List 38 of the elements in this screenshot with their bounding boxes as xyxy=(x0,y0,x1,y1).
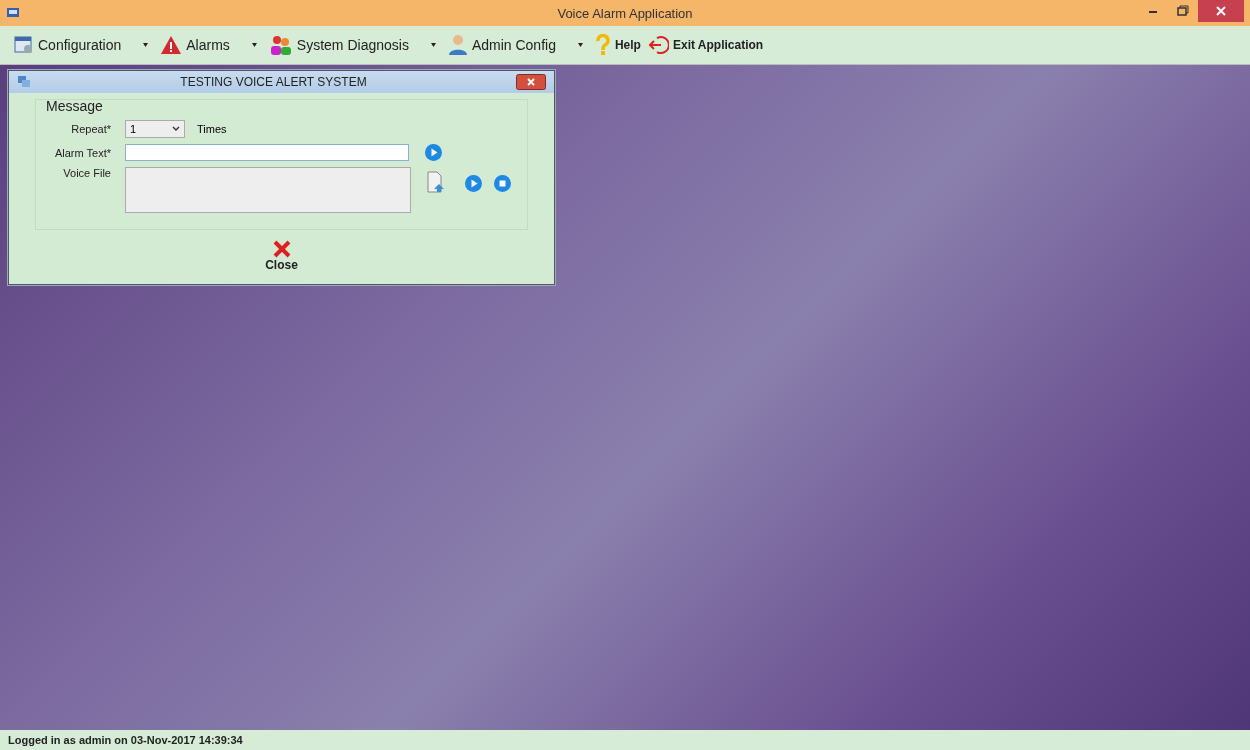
close-button[interactable]: Close xyxy=(263,238,300,274)
user-icon xyxy=(447,34,468,56)
app-icon xyxy=(6,6,20,20)
dropdown-arrow-icon xyxy=(430,43,436,47)
alarm-text-field[interactable] xyxy=(125,144,409,161)
status-text: Logged in as admin on 03-Nov-2017 14:39:34 xyxy=(8,734,243,746)
voice-file-field[interactable] xyxy=(125,167,411,213)
menu-item[interactable]: Admin Config xyxy=(447,34,587,56)
play-button[interactable] xyxy=(465,175,482,192)
dropdown-arrow-icon xyxy=(143,43,149,47)
window-icon xyxy=(14,35,34,55)
field-label: Voice File xyxy=(62,167,112,179)
close-button[interactable] xyxy=(1198,0,1244,22)
menu-item[interactable]: System Diagnosis xyxy=(268,34,440,56)
field-label: Repeat* xyxy=(70,123,112,135)
dialog-title: TESTING VOICE ALERT SYSTEM xyxy=(179,75,368,89)
repeat-dropdown[interactable]: 1 xyxy=(125,120,185,138)
window-title: Voice Alarm Application xyxy=(557,5,693,21)
menu-item[interactable]: Exit Application xyxy=(648,35,764,55)
exit-icon xyxy=(648,35,669,55)
group-label: Message xyxy=(46,98,103,114)
unit-label: Times xyxy=(197,123,227,135)
chevron-down-icon xyxy=(172,126,180,132)
field-label: Alarm Text* xyxy=(53,146,112,159)
x-icon xyxy=(271,240,292,258)
play-button[interactable] xyxy=(425,144,442,161)
dropdown-arrow-icon xyxy=(251,43,257,47)
stop-button[interactable] xyxy=(494,175,511,192)
close-button[interactable] xyxy=(516,74,546,90)
dropdown-arrow-icon xyxy=(577,43,583,47)
menu-item[interactable]: Help xyxy=(594,34,641,56)
windows-icon xyxy=(17,75,31,89)
question-icon xyxy=(594,34,611,56)
file-upload-icon[interactable] xyxy=(427,171,445,193)
menu-item[interactable]: Alarms xyxy=(160,35,261,55)
warning-icon xyxy=(160,35,183,55)
people-icon xyxy=(268,34,293,56)
menu-item[interactable]: Configuration xyxy=(14,35,153,55)
